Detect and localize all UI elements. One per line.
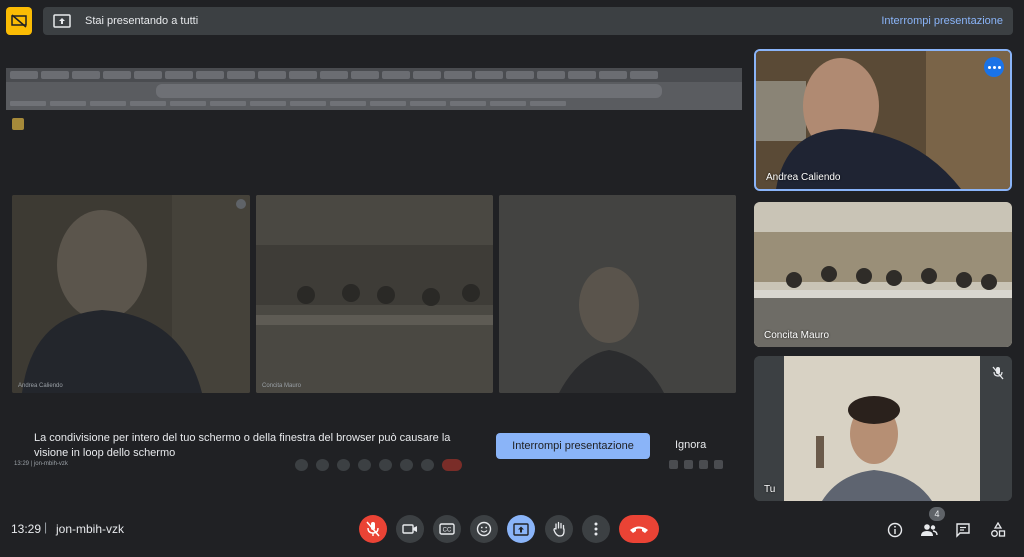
raise-hand-button[interactable] xyxy=(545,515,573,543)
inner-right-controls xyxy=(669,460,723,469)
chat-icon[interactable] xyxy=(953,520,973,540)
participants-count-badge: 4 xyxy=(929,507,945,521)
more-options-button[interactable] xyxy=(582,515,610,543)
camera-toggle-button[interactable] xyxy=(396,515,424,543)
people-icon[interactable] xyxy=(919,520,939,540)
inner-tile-label: Concita Mauro xyxy=(262,383,302,389)
presenting-message: Stai presentando a tutti xyxy=(85,15,199,27)
inner-meeting-info: 13:29 | jon-mbih-vzk xyxy=(14,461,68,467)
separator: | xyxy=(44,520,48,534)
shared-app-icon xyxy=(12,118,24,130)
loop-warning-text: La condivisione per intero del tuo scher… xyxy=(34,432,451,459)
presentation-status-icon xyxy=(6,7,32,35)
meeting-code: jon-mbih-vzk xyxy=(56,522,125,536)
inner-tile-andrea: Andrea Caliendo xyxy=(12,195,250,393)
participant-tile-self[interactable]: Tu xyxy=(754,356,1012,501)
inner-tile-label: Andrea Caliendo xyxy=(18,383,63,389)
emoji-reaction-button[interactable] xyxy=(470,515,498,543)
inner-tile-concita: Concita Mauro xyxy=(256,195,493,393)
participant-tile-andrea[interactable]: Andrea Caliendo xyxy=(754,49,1012,191)
shared-browser-chrome xyxy=(6,68,742,110)
svg-text:CC: CC xyxy=(443,528,452,534)
leave-call-button[interactable] xyxy=(619,515,659,543)
captions-button[interactable]: CC xyxy=(433,515,461,543)
speaking-indicator-icon xyxy=(984,57,1004,77)
presenting-banner: Stai presentando a tutti Interrompi pres… xyxy=(43,7,1013,35)
shared-screen: Andrea Caliendo Concita Mauro La condivi… xyxy=(0,48,748,508)
activities-icon[interactable] xyxy=(988,520,1008,540)
inner-controls xyxy=(295,459,462,471)
meeting-time: 13:29 xyxy=(11,522,42,536)
meeting-details-icon[interactable] xyxy=(885,520,905,540)
muted-mic-icon xyxy=(992,366,1004,385)
participant-tile-concita[interactable]: Concita Mauro xyxy=(754,202,1012,347)
warning-stop-presenting-button[interactable]: Interrompi presentazione xyxy=(496,433,650,459)
participant-name: Andrea Caliendo xyxy=(766,172,841,183)
present-now-button[interactable] xyxy=(507,515,535,543)
warning-ignore-button[interactable]: Ignora xyxy=(675,439,706,451)
participant-name: Tu xyxy=(764,484,776,495)
mic-toggle-button[interactable] xyxy=(359,515,387,543)
stop-presenting-link[interactable]: Interrompi presentazione xyxy=(881,15,1003,27)
inner-tile-self xyxy=(499,195,736,393)
present-screen-icon xyxy=(53,13,73,29)
participant-name: Concita Mauro xyxy=(764,330,830,341)
